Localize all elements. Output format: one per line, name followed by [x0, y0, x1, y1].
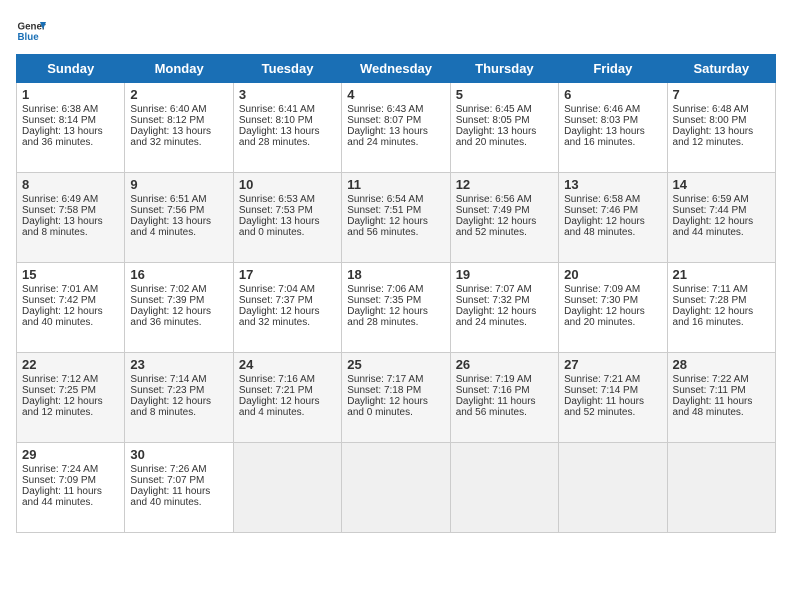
day-number: 8: [22, 177, 119, 192]
day-number: 20: [564, 267, 661, 282]
calendar-cell: 11Sunrise: 6:54 AMSunset: 7:51 PMDayligh…: [342, 173, 450, 263]
logo: General Blue: [16, 16, 46, 46]
calendar-cell: 7Sunrise: 6:48 AMSunset: 8:00 PMDaylight…: [667, 83, 775, 173]
weekday-header-tuesday: Tuesday: [233, 55, 341, 83]
calendar-cell: 3Sunrise: 6:41 AMSunset: 8:10 PMDaylight…: [233, 83, 341, 173]
day-number: 21: [673, 267, 770, 282]
day-number: 2: [130, 87, 227, 102]
calendar-cell: 25Sunrise: 7:17 AMSunset: 7:18 PMDayligh…: [342, 353, 450, 443]
day-number: 7: [673, 87, 770, 102]
day-number: 29: [22, 447, 119, 462]
calendar-cell: 23Sunrise: 7:14 AMSunset: 7:23 PMDayligh…: [125, 353, 233, 443]
day-number: 16: [130, 267, 227, 282]
day-number: 5: [456, 87, 553, 102]
day-number: 10: [239, 177, 336, 192]
calendar-cell: 27Sunrise: 7:21 AMSunset: 7:14 PMDayligh…: [559, 353, 667, 443]
day-number: 12: [456, 177, 553, 192]
day-number: 27: [564, 357, 661, 372]
calendar-cell: 21Sunrise: 7:11 AMSunset: 7:28 PMDayligh…: [667, 263, 775, 353]
calendar-cell: 13Sunrise: 6:58 AMSunset: 7:46 PMDayligh…: [559, 173, 667, 263]
calendar-cell: 1Sunrise: 6:38 AMSunset: 8:14 PMDaylight…: [17, 83, 125, 173]
day-number: 25: [347, 357, 444, 372]
calendar-cell: 16Sunrise: 7:02 AMSunset: 7:39 PMDayligh…: [125, 263, 233, 353]
calendar-cell: 17Sunrise: 7:04 AMSunset: 7:37 PMDayligh…: [233, 263, 341, 353]
day-number: 11: [347, 177, 444, 192]
day-number: 26: [456, 357, 553, 372]
calendar-cell: 30Sunrise: 7:26 AMSunset: 7:07 PMDayligh…: [125, 443, 233, 533]
day-number: 9: [130, 177, 227, 192]
day-number: 17: [239, 267, 336, 282]
calendar-cell: 20Sunrise: 7:09 AMSunset: 7:30 PMDayligh…: [559, 263, 667, 353]
weekday-header-thursday: Thursday: [450, 55, 558, 83]
calendar-cell: 26Sunrise: 7:19 AMSunset: 7:16 PMDayligh…: [450, 353, 558, 443]
day-number: 1: [22, 87, 119, 102]
calendar-cell: 29Sunrise: 7:24 AMSunset: 7:09 PMDayligh…: [17, 443, 125, 533]
calendar-cell: 6Sunrise: 6:46 AMSunset: 8:03 PMDaylight…: [559, 83, 667, 173]
weekday-header-sunday: Sunday: [17, 55, 125, 83]
logo-icon: General Blue: [16, 16, 46, 46]
calendar-week-3: 15Sunrise: 7:01 AMSunset: 7:42 PMDayligh…: [17, 263, 776, 353]
day-number: 3: [239, 87, 336, 102]
day-number: 30: [130, 447, 227, 462]
calendar-table: SundayMondayTuesdayWednesdayThursdayFrid…: [16, 54, 776, 533]
calendar-cell: 4Sunrise: 6:43 AMSunset: 8:07 PMDaylight…: [342, 83, 450, 173]
day-number: 28: [673, 357, 770, 372]
day-number: 19: [456, 267, 553, 282]
calendar-cell: 9Sunrise: 6:51 AMSunset: 7:56 PMDaylight…: [125, 173, 233, 263]
calendar-cell: 2Sunrise: 6:40 AMSunset: 8:12 PMDaylight…: [125, 83, 233, 173]
day-number: 6: [564, 87, 661, 102]
day-number: 13: [564, 177, 661, 192]
day-number: 23: [130, 357, 227, 372]
calendar-cell: 18Sunrise: 7:06 AMSunset: 7:35 PMDayligh…: [342, 263, 450, 353]
calendar-cell: 28Sunrise: 7:22 AMSunset: 7:11 PMDayligh…: [667, 353, 775, 443]
calendar-cell: 19Sunrise: 7:07 AMSunset: 7:32 PMDayligh…: [450, 263, 558, 353]
weekday-header-monday: Monday: [125, 55, 233, 83]
calendar-cell: 8Sunrise: 6:49 AMSunset: 7:58 PMDaylight…: [17, 173, 125, 263]
calendar-cell: [233, 443, 341, 533]
calendar-cell: [342, 443, 450, 533]
calendar-week-1: 1Sunrise: 6:38 AMSunset: 8:14 PMDaylight…: [17, 83, 776, 173]
calendar-cell: 12Sunrise: 6:56 AMSunset: 7:49 PMDayligh…: [450, 173, 558, 263]
calendar-week-5: 29Sunrise: 7:24 AMSunset: 7:09 PMDayligh…: [17, 443, 776, 533]
page-header: General Blue: [16, 16, 776, 46]
calendar-cell: [559, 443, 667, 533]
calendar-cell: [450, 443, 558, 533]
calendar-week-4: 22Sunrise: 7:12 AMSunset: 7:25 PMDayligh…: [17, 353, 776, 443]
calendar-cell: 24Sunrise: 7:16 AMSunset: 7:21 PMDayligh…: [233, 353, 341, 443]
calendar-cell: 10Sunrise: 6:53 AMSunset: 7:53 PMDayligh…: [233, 173, 341, 263]
day-number: 22: [22, 357, 119, 372]
day-number: 4: [347, 87, 444, 102]
day-number: 18: [347, 267, 444, 282]
calendar-week-2: 8Sunrise: 6:49 AMSunset: 7:58 PMDaylight…: [17, 173, 776, 263]
calendar-cell: 15Sunrise: 7:01 AMSunset: 7:42 PMDayligh…: [17, 263, 125, 353]
calendar-cell: 22Sunrise: 7:12 AMSunset: 7:25 PMDayligh…: [17, 353, 125, 443]
svg-text:Blue: Blue: [18, 32, 40, 43]
calendar-cell: [667, 443, 775, 533]
day-number: 24: [239, 357, 336, 372]
day-number: 14: [673, 177, 770, 192]
weekday-header-friday: Friday: [559, 55, 667, 83]
weekday-header-saturday: Saturday: [667, 55, 775, 83]
calendar-cell: 14Sunrise: 6:59 AMSunset: 7:44 PMDayligh…: [667, 173, 775, 263]
weekday-header-wednesday: Wednesday: [342, 55, 450, 83]
calendar-cell: 5Sunrise: 6:45 AMSunset: 8:05 PMDaylight…: [450, 83, 558, 173]
day-number: 15: [22, 267, 119, 282]
